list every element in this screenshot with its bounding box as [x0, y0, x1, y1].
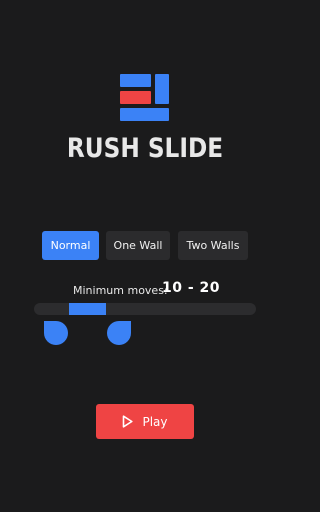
play-icon: [123, 415, 134, 428]
mode-button-one-wall[interactable]: One Wall: [106, 231, 170, 260]
moves-max-handle[interactable]: [107, 321, 131, 345]
logo-block-vertical: [155, 74, 169, 104]
mode-selector: Normal One Wall Two Walls: [0, 231, 290, 260]
play-button[interactable]: Play: [96, 404, 194, 439]
mode-button-normal[interactable]: Normal: [42, 231, 99, 260]
minimum-moves-label: Minimum moves:: [73, 284, 168, 297]
app-title: RUSH SLIDE: [66, 133, 224, 164]
moves-range-slider-fill: [69, 303, 106, 315]
moves-min-handle[interactable]: [44, 321, 68, 345]
minimum-moves-value: 10 - 20: [162, 280, 221, 296]
play-label: Play: [142, 414, 168, 429]
logo-block-bottom: [120, 108, 169, 121]
app-logo: [120, 74, 169, 121]
mode-button-two-walls[interactable]: Two Walls: [178, 231, 248, 260]
logo-block-red: [120, 91, 151, 104]
minimum-moves-row: Minimum moves: 10 - 20: [0, 280, 290, 300]
logo-block-top: [120, 74, 151, 87]
moves-range-slider-track[interactable]: [34, 303, 256, 315]
